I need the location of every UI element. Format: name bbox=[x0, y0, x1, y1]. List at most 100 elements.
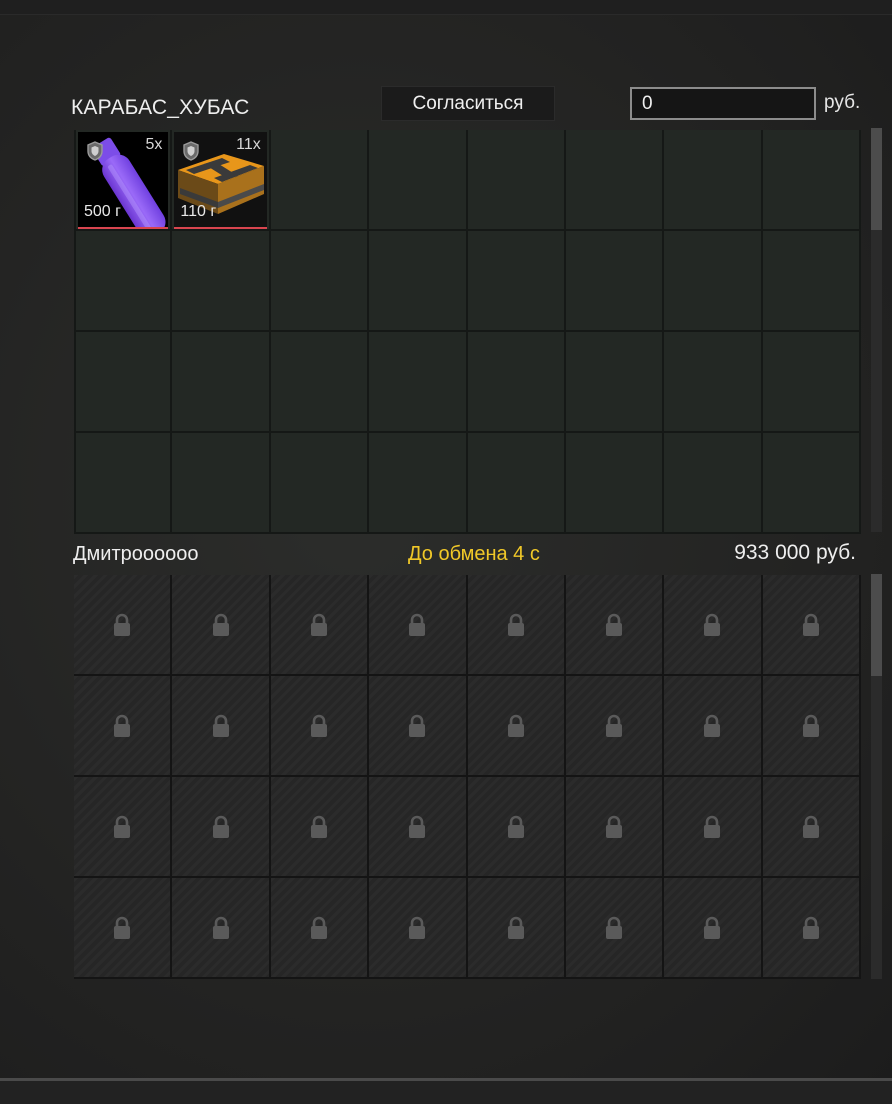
own-slot[interactable] bbox=[664, 433, 763, 534]
partner-locked-slot bbox=[664, 878, 763, 979]
partner-locked-slot bbox=[74, 676, 173, 777]
own-slot[interactable] bbox=[664, 231, 763, 332]
own-slot[interactable] bbox=[369, 130, 468, 231]
lock-icon bbox=[212, 916, 229, 939]
partner-trade-grid bbox=[74, 575, 861, 979]
lock-icon bbox=[606, 613, 623, 636]
lock-icon bbox=[507, 916, 524, 939]
own-slot[interactable] bbox=[565, 130, 665, 231]
partner-locked-slot bbox=[762, 575, 861, 676]
own-slot[interactable] bbox=[270, 433, 370, 534]
own-slot[interactable] bbox=[664, 332, 763, 433]
partner-locked-slot bbox=[172, 878, 271, 979]
own-slot[interactable] bbox=[369, 433, 468, 534]
own-slot[interactable]: 11x 110 г bbox=[172, 130, 271, 231]
own-slot[interactable] bbox=[762, 332, 861, 433]
lock-icon bbox=[704, 916, 721, 939]
partner-locked-slot bbox=[664, 777, 763, 878]
partner-locked-slot bbox=[172, 575, 271, 676]
own-slot[interactable] bbox=[467, 433, 566, 534]
own-slot[interactable] bbox=[369, 332, 468, 433]
partner-locked-slot bbox=[74, 575, 173, 676]
partner-locked-slot bbox=[74, 878, 173, 979]
own-slot[interactable] bbox=[467, 130, 566, 231]
own-slot[interactable] bbox=[74, 332, 173, 433]
own-slot[interactable] bbox=[565, 433, 665, 534]
trade-item-ammo-box[interactable]: 11x 110 г bbox=[174, 132, 267, 229]
lock-icon bbox=[704, 613, 721, 636]
own-slot[interactable] bbox=[270, 130, 370, 231]
lock-icon bbox=[606, 916, 623, 939]
partner-money-offer: 933 000 руб. bbox=[734, 541, 856, 564]
lock-icon bbox=[212, 613, 229, 636]
item-count: 5x bbox=[145, 136, 163, 153]
lock-icon bbox=[802, 815, 819, 838]
scrollbar-thumb[interactable] bbox=[871, 574, 882, 676]
lock-icon bbox=[114, 714, 131, 737]
lock-icon bbox=[507, 714, 524, 737]
trade-item-glowstick[interactable]: 5x 500 г bbox=[78, 132, 169, 229]
partner-locked-slot bbox=[172, 777, 271, 878]
lock-icon bbox=[802, 916, 819, 939]
own-slot[interactable] bbox=[565, 332, 665, 433]
trade-timer: До обмена 4 с bbox=[408, 543, 540, 565]
partner-locked-slot bbox=[565, 575, 665, 676]
partner-locked-slot bbox=[369, 878, 468, 979]
partner-locked-slot bbox=[172, 676, 271, 777]
own-slot[interactable] bbox=[664, 130, 763, 231]
lock-icon bbox=[507, 613, 524, 636]
own-slot[interactable] bbox=[762, 433, 861, 534]
own-slot[interactable] bbox=[270, 332, 370, 433]
own-slot[interactable] bbox=[565, 231, 665, 332]
own-slot[interactable]: 5x 500 г bbox=[74, 130, 173, 231]
partner-locked-slot bbox=[762, 676, 861, 777]
own-slot[interactable] bbox=[762, 130, 861, 231]
lock-icon bbox=[114, 815, 131, 838]
bottom-bar bbox=[0, 1078, 892, 1104]
lock-icon bbox=[409, 815, 426, 838]
agree-button[interactable]: Согласиться bbox=[381, 86, 555, 121]
money-offer-input[interactable] bbox=[630, 87, 816, 120]
lock-icon bbox=[409, 613, 426, 636]
partner-locked-slot bbox=[270, 878, 370, 979]
partner-locked-slot bbox=[467, 575, 566, 676]
own-slot[interactable] bbox=[467, 231, 566, 332]
partner-locked-slot bbox=[565, 777, 665, 878]
own-slot[interactable] bbox=[74, 433, 173, 534]
partner-locked-slot bbox=[369, 575, 468, 676]
partner-player-name: Дмитроооооо bbox=[73, 543, 199, 565]
lock-icon bbox=[310, 714, 327, 737]
partner-locked-slot bbox=[270, 676, 370, 777]
own-slot[interactable] bbox=[270, 231, 370, 332]
lock-icon bbox=[212, 815, 229, 838]
lock-icon bbox=[310, 613, 327, 636]
partner-locked-slot bbox=[467, 878, 566, 979]
lock-icon bbox=[409, 916, 426, 939]
lock-icon bbox=[704, 815, 721, 838]
own-slot[interactable] bbox=[172, 332, 271, 433]
lock-icon bbox=[409, 714, 426, 737]
scrollbar-thumb[interactable] bbox=[871, 128, 882, 230]
partner-locked-slot bbox=[270, 575, 370, 676]
partner-locked-slot bbox=[369, 777, 468, 878]
own-slot[interactable] bbox=[762, 231, 861, 332]
own-slot[interactable] bbox=[74, 231, 173, 332]
lock-icon bbox=[802, 714, 819, 737]
item-weight: 500 г bbox=[84, 203, 121, 220]
partner-locked-slot bbox=[762, 878, 861, 979]
partner-grid-scrollbar[interactable] bbox=[871, 574, 882, 979]
shield-icon bbox=[87, 141, 103, 161]
lock-icon bbox=[606, 714, 623, 737]
item-count: 11x bbox=[236, 136, 261, 153]
own-player-name: КАРАБАС_ХУБАС bbox=[71, 96, 250, 119]
own-grid-scrollbar[interactable] bbox=[871, 128, 882, 532]
own-slot[interactable] bbox=[172, 433, 271, 534]
own-trade-grid: 5x 500 г 11x 110 г bbox=[74, 130, 861, 534]
partner-locked-slot bbox=[270, 777, 370, 878]
lock-icon bbox=[310, 815, 327, 838]
own-slot[interactable] bbox=[172, 231, 271, 332]
own-slot[interactable] bbox=[369, 231, 468, 332]
lock-icon bbox=[114, 916, 131, 939]
own-slot[interactable] bbox=[467, 332, 566, 433]
partner-locked-slot bbox=[467, 777, 566, 878]
